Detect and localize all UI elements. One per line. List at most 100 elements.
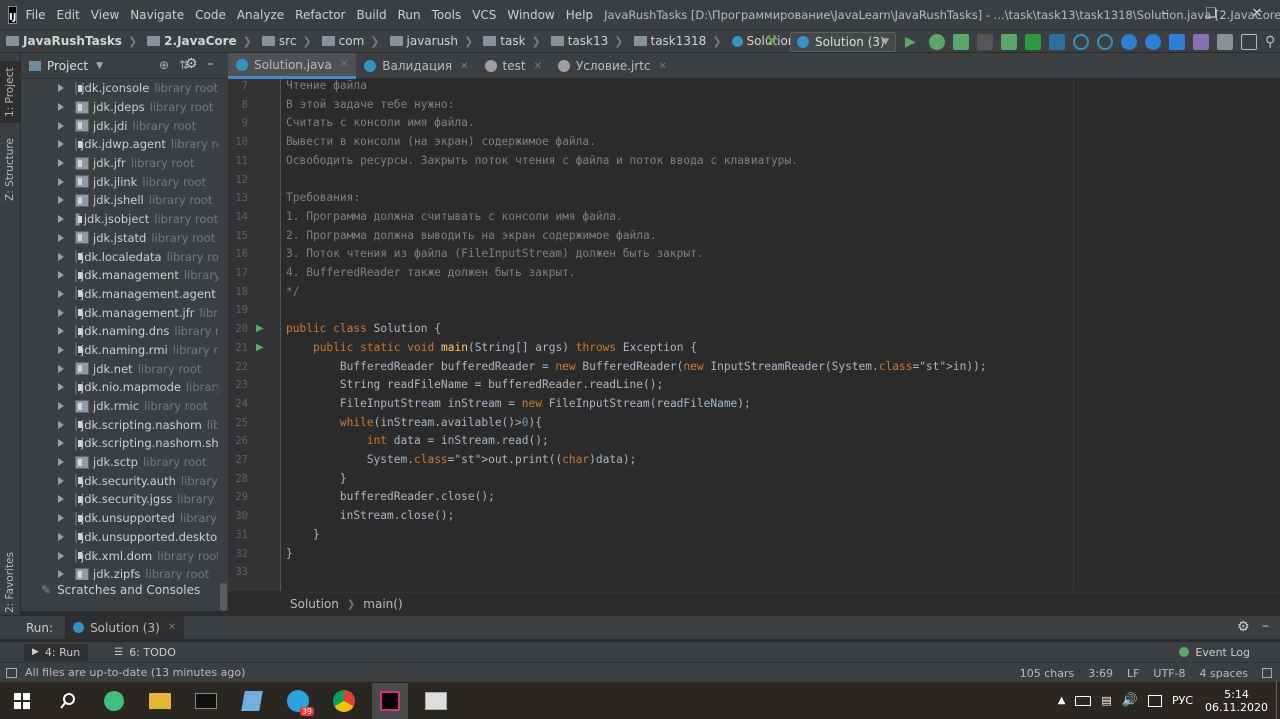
- windows-start-icon[interactable]: [4, 683, 40, 719]
- minimize-button[interactable]: –: [1142, 0, 1188, 29]
- crumb-task1318[interactable]: task1318 ❯: [628, 34, 722, 48]
- crumb-javarush[interactable]: javarush ❯: [384, 34, 473, 48]
- menu-navigate[interactable]: Navigate: [130, 8, 184, 22]
- run-icon[interactable]: ▶: [905, 34, 921, 50]
- status-caret-position[interactable]: 3:69: [1088, 667, 1113, 680]
- run-tab-solution[interactable]: Solution (3) ✕: [65, 615, 185, 640]
- code-editor[interactable]: Чтение файла В этой задаче тебе нужно: Счи…: [282, 79, 1270, 591]
- favorites-tool-button[interactable]: 2: Favorites: [4, 552, 16, 613]
- crumb-task13[interactable]: task13 ❯: [545, 34, 624, 48]
- project-tree-item[interactable]: jdk.security.jgss library root: [21, 490, 218, 509]
- app-green-icon[interactable]: [96, 683, 132, 719]
- stop-icon[interactable]: [977, 34, 993, 50]
- help-icon[interactable]: [1145, 34, 1161, 50]
- telegram-icon[interactable]: 39: [280, 683, 316, 719]
- run-configuration-select[interactable]: Solution (3) ▼: [790, 32, 896, 52]
- debug-icon[interactable]: [929, 34, 945, 50]
- editor-tab[interactable]: Solution.java ✕: [228, 53, 357, 79]
- expand-arrow-icon[interactable]: [58, 364, 64, 373]
- editor-scrollbar[interactable]: [1270, 79, 1280, 591]
- close-icon[interactable]: ✕: [534, 61, 542, 72]
- status-line-separator[interactable]: LF: [1127, 667, 1139, 680]
- close-icon[interactable]: ✕: [168, 622, 176, 633]
- expand-arrow-icon[interactable]: [58, 383, 64, 392]
- keyboard-icon[interactable]: [1147, 694, 1162, 707]
- notepad-icon[interactable]: [234, 683, 270, 719]
- project-tree-item[interactable]: jdk.nio.mapmode library ro: [21, 378, 218, 397]
- gear-icon[interactable]: ⚙: [1237, 619, 1250, 635]
- maximize-button[interactable]: ❏: [1188, 0, 1234, 29]
- scratches-and-consoles[interactable]: ✎ Scratches and Consoles: [21, 580, 218, 600]
- expand-arrow-icon[interactable]: [58, 84, 64, 93]
- project-tree-item[interactable]: jdk.unsupported library roo: [21, 509, 218, 528]
- menu-vcs[interactable]: VCS: [472, 8, 496, 22]
- hide-icon[interactable]: –: [1262, 618, 1269, 634]
- project-tree-item[interactable]: jdk.unsupported.desktopli: [21, 528, 218, 547]
- project-tree-item[interactable]: jdk.jshell library root: [21, 191, 218, 210]
- editor-tab[interactable]: Валидация ✕: [356, 53, 476, 79]
- project-tree-item[interactable]: jdk.management.jfr library: [21, 303, 218, 322]
- breadcrumb-class[interactable]: Solution: [290, 597, 339, 611]
- expand-arrow-icon[interactable]: [58, 327, 64, 336]
- close-icon[interactable]: ✕: [659, 61, 667, 72]
- project-tree-item[interactable]: jdk.management.agentlibr: [21, 285, 218, 304]
- project-tree-item[interactable]: jdk.naming.dns library root: [21, 322, 218, 341]
- expand-arrow-icon[interactable]: [58, 476, 64, 485]
- run-gutter-icon[interactable]: ▶: [256, 342, 264, 353]
- expand-arrow-icon[interactable]: [58, 159, 64, 168]
- project-scrollbar[interactable]: [218, 79, 228, 611]
- language-indicator[interactable]: РУС: [1172, 694, 1193, 707]
- close-icon[interactable]: ✕: [460, 61, 468, 72]
- breadcrumb-method[interactable]: main(): [363, 597, 402, 611]
- project-tree-item[interactable]: jdk.jdeps library root: [21, 98, 218, 117]
- search-icon[interactable]: [50, 683, 86, 719]
- editor-tab[interactable]: Условие.jrtc ✕: [550, 53, 675, 79]
- lock-icon[interactable]: [1262, 668, 1272, 678]
- crumb-project[interactable]: JavaRushTasks ❯: [0, 34, 137, 48]
- expand-arrow-icon[interactable]: [58, 233, 64, 242]
- menu-analyze[interactable]: Analyze: [237, 8, 284, 22]
- layout-icon[interactable]: [1241, 34, 1257, 50]
- battery-icon[interactable]: [1075, 695, 1092, 706]
- show-desktop-button[interactable]: [1276, 682, 1280, 719]
- project-tree-item[interactable]: jdk.jfr library root: [21, 154, 218, 173]
- expand-arrow-icon[interactable]: [58, 570, 64, 579]
- project-tree-item[interactable]: jdk.net library root: [21, 359, 218, 378]
- crumb-com[interactable]: com ❯: [316, 34, 380, 48]
- gear-icon[interactable]: ⚙: [185, 56, 198, 72]
- chrome-icon[interactable]: [326, 683, 362, 719]
- expand-arrow-icon[interactable]: [58, 458, 64, 467]
- check-icon[interactable]: [1025, 34, 1041, 50]
- project-tree-item[interactable]: jdk.localedata library root: [21, 247, 218, 266]
- todo-tool-button[interactable]: ☰ 6: TODO: [114, 646, 176, 659]
- project-view-select[interactable]: Project ▼: [29, 59, 103, 73]
- menu-view[interactable]: View: [91, 8, 119, 22]
- expand-arrow-icon[interactable]: [58, 420, 64, 429]
- project-tree-item[interactable]: jdk.rmic library root: [21, 397, 218, 416]
- intellij-taskbar-icon[interactable]: [372, 682, 408, 719]
- hide-icon[interactable]: –: [207, 56, 214, 72]
- project-tree-item[interactable]: jdk.jconsole library root: [21, 79, 218, 98]
- terminal-icon[interactable]: [188, 683, 224, 719]
- photos-icon[interactable]: [418, 683, 454, 719]
- project-tool-button[interactable]: 1: Project: [0, 61, 21, 123]
- project-tree-item[interactable]: jdk.jdi library root: [21, 116, 218, 135]
- clock[interactable]: 5:14 06.11.2020: [1205, 688, 1268, 714]
- expand-arrow-icon[interactable]: [58, 532, 64, 541]
- chevron-up-icon[interactable]: ▲: [1058, 695, 1066, 706]
- editor-tab[interactable]: test ✕: [477, 53, 550, 79]
- find-icon[interactable]: ⚲: [1265, 34, 1280, 50]
- status-indent[interactable]: 4 spaces: [1200, 667, 1249, 680]
- event-log-button[interactable]: Event Log: [1179, 646, 1250, 659]
- run-tool-button[interactable]: ▶ 4: Run: [24, 643, 89, 661]
- project-tree-item[interactable]: jdk.jlink library root: [21, 172, 218, 191]
- expand-arrow-icon[interactable]: [58, 402, 64, 411]
- project-tree-item[interactable]: jdk.jstatd library root: [21, 229, 218, 248]
- project-tree-item[interactable]: jdk.naming.rmi library root: [21, 341, 218, 360]
- project-tree-item[interactable]: jdk.jsobject library root: [21, 210, 218, 229]
- expand-arrow-icon[interactable]: [58, 345, 64, 354]
- coverage-icon[interactable]: [953, 34, 969, 50]
- menu-file[interactable]: File: [25, 8, 45, 22]
- expand-arrow-icon[interactable]: [58, 308, 64, 317]
- expand-arrow-icon[interactable]: [58, 177, 64, 186]
